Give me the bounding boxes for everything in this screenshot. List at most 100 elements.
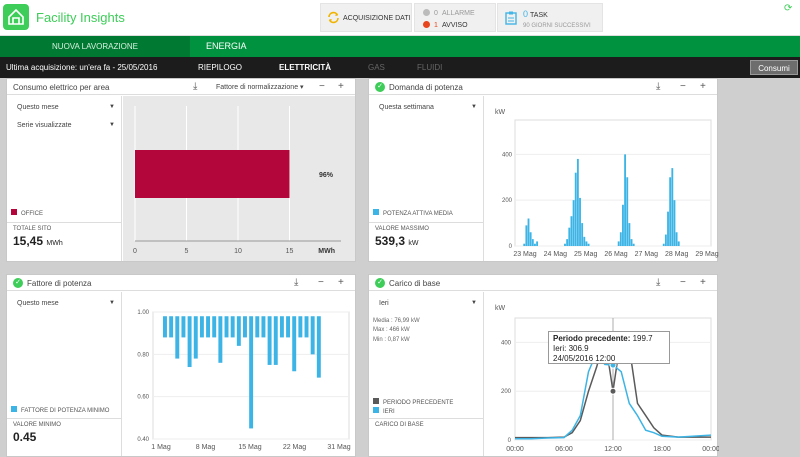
y-axis-label: kW [495,305,506,312]
demand-bar [534,243,536,246]
period-value: Questo mese [17,104,59,111]
panel-electric-consumption: Consumo elettrico per area ⤓ Fattore di … [6,78,356,262]
app-logo[interactable] [3,4,29,30]
panel-header: ✓ Fattore di potenza ⤓ − + [7,275,355,291]
chart-tooltip: Periodo precedente: 199.7 Ieri: 306.9 24… [548,331,670,364]
x-tick-label: 24 Mag [544,251,567,258]
legend-active-power[interactable]: POTENZA ATTIVA MEDIA [373,209,453,217]
power-factor-bar [199,316,204,338]
demand-bar [566,239,569,246]
tab-gas[interactable]: GAS [368,63,385,72]
y-tick-label: 0 [509,244,513,250]
add-icon[interactable]: + [700,81,706,92]
demand-bar [622,204,624,246]
x-tick-label: 06:00 [555,446,573,453]
minimize-icon[interactable]: − [680,81,686,92]
warning-icon [423,21,430,28]
add-icon[interactable]: + [338,277,344,288]
demand-bar [576,158,579,246]
power-factor-bar [255,316,260,338]
tab-energy[interactable]: ENERGIA [190,36,247,57]
power-factor-bar [243,316,247,338]
tab-fluids[interactable]: FLUIDI [417,63,442,72]
min-label: VALORE MINIMO [13,422,61,428]
tab-summary[interactable]: RIEPILOGO [198,63,242,72]
tooltip-datetime: 24/05/2016 12:00 [553,354,616,363]
sync-icon [328,11,339,24]
panel-title: Consumo elettrico per area [13,83,110,92]
download-icon[interactable]: ⤓ [656,81,660,92]
data-acquisition-button[interactable]: ACQUISIZIONE DATI [320,3,412,32]
chevron-down-icon: ▼ [471,104,477,110]
chart-area: 0.40 0.60 0.80 1.00 1 Mag 8 Mag 15 Mag 22 Mag 31… [123,292,355,456]
total-value: 15,45 [13,234,44,248]
period-select[interactable]: Ieri ▼ [379,300,477,307]
bar-office [135,150,290,198]
consumi-button[interactable]: Consumi [750,60,798,75]
legend-label: FATTORE DI POTENZA MINIMO [21,408,110,414]
power-factor-bar [298,316,303,338]
chart-area: 0 5 10 15 MWh 96% [123,96,355,261]
y-tick-label: 200 [501,389,512,395]
min-value: 0.45 [13,430,37,444]
y-tick-label: 400 [502,152,513,158]
demand-bar [572,200,575,246]
x-tick-label: 27 Mag [635,251,658,258]
max-value: 539,3 [375,234,406,248]
normalization-select[interactable]: Fattore di normalizzazione ▾ [216,83,304,91]
power-factor-bar [236,316,241,346]
series-select[interactable]: Serie visualizzate ▼ [17,122,115,129]
download-icon[interactable]: ⤓ [193,81,197,92]
power-demand-chart: kW 0 200 400 23 Mag 24 Mag 25 Mag 26 Mag 27 Mag 2… [495,109,719,258]
y-tick-label: 0.80 [137,352,149,358]
legend-power-factor[interactable]: FATTORE DI POTENZA MINIMO [11,406,109,414]
legend-yesterday[interactable]: IERI [373,407,395,415]
power-factor-bar [169,316,174,338]
demand-bar [574,172,577,246]
demand-bar [626,177,629,246]
warning-row[interactable]: 1 AVVISO [423,21,468,29]
max-unit: kW [408,240,419,247]
download-icon[interactable]: ⤓ [294,277,298,288]
demand-bar [531,239,534,246]
period-select[interactable]: Questo mese ▼ [17,104,115,111]
demand-bar [579,197,581,246]
panel-title: Fattore di potenza [27,279,92,288]
power-factor-bar [181,316,186,338]
refresh-icon[interactable]: ⟳ [784,3,792,14]
legend-previous-period[interactable]: PERIODO PRECEDENTE [373,398,453,406]
demand-bar [523,243,526,246]
minimize-icon[interactable]: − [319,81,325,92]
minimize-icon[interactable]: − [318,277,324,288]
top-header: Facility Insights ACQUISIZIONE DATI 0 ALL… [0,0,800,36]
tasks-label: TASK [530,12,548,19]
demand-bar [527,218,530,246]
tab-electricity[interactable]: ELETTRICITÀ [279,63,331,72]
x-tick-label: 15 [286,248,294,255]
warning-count: 1 [434,22,438,29]
power-factor-bar [249,316,254,429]
alerts-box[interactable]: 0 ALLARME 1 AVVISO [414,3,496,32]
alarm-icon [423,9,430,16]
download-icon[interactable]: ⤓ [656,277,660,288]
tasks-sublabel: 90 GIORNI SUCCESSIVI [523,23,591,29]
alarm-row[interactable]: 0 ALLARME [423,9,475,17]
app-title: Facility Insights [36,10,125,25]
panel-power-demand: ✓ Domanda di potenza ⤓ − + Questa settim… [368,78,719,262]
stat-average: Media : 76,99 kW [373,318,420,324]
x-tick-label: 00:00 [506,446,524,453]
y-axis-label: kW [495,109,506,116]
tasks-box[interactable]: 0 TASK 90 GIORNI SUCCESSIVI [497,3,603,32]
legend-swatch [373,407,379,413]
alarm-label: ALLARME [442,10,475,17]
chevron-down-icon: ▾ [300,84,304,91]
tab-new-work[interactable]: NUOVA LAVORAZIONE [0,36,190,57]
legend-office[interactable]: OFFICE [11,209,43,217]
add-icon[interactable]: + [700,277,706,288]
period-select[interactable]: Questo mese ▼ [17,300,115,307]
power-factor-bar [279,316,284,338]
base-load-chart: kW 0 200 400 00:00 06:00 12:00 18:00 00:00 [495,305,720,453]
period-select[interactable]: Questa settimana ▼ [379,104,477,111]
minimize-icon[interactable]: − [680,277,686,288]
add-icon[interactable]: + [338,81,344,92]
